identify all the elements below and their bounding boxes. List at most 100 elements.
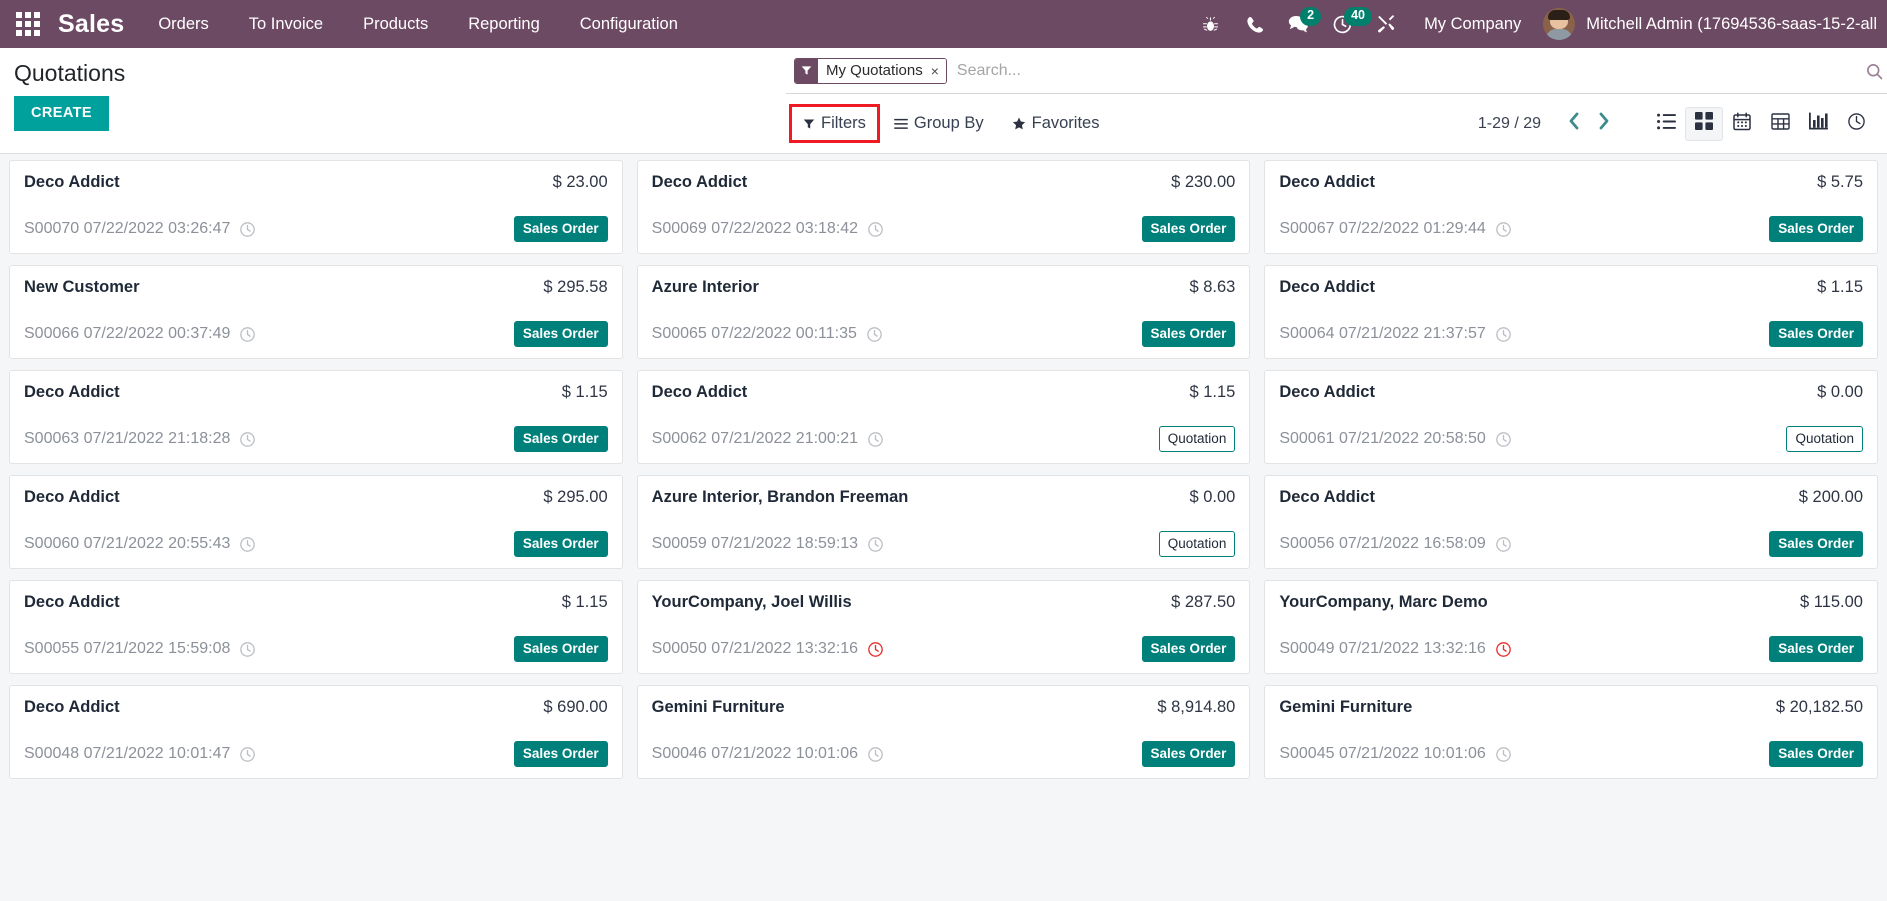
- kanban-card-footer: S00061 07/21/2022 20:58:50 Quotation: [1279, 426, 1863, 452]
- activity-clock-icon[interactable]: [239, 326, 256, 343]
- activity-clock-icon[interactable]: [239, 536, 256, 553]
- user-menu[interactable]: Mitchell Admin (17694536-saas-15-2-all: [1537, 8, 1887, 40]
- create-button[interactable]: CREATE: [14, 96, 109, 131]
- favorites-dropdown[interactable]: Favorites: [1001, 107, 1111, 140]
- apps-menu-button[interactable]: [6, 0, 50, 48]
- activity-clock-icon[interactable]: [1495, 536, 1512, 553]
- kanban-card[interactable]: Deco Addict $ 0.00 S00061 07/21/2022 20:58…: [1264, 370, 1878, 464]
- activity-clock-icon[interactable]: [1495, 431, 1512, 448]
- kanban-card-amount: $ 0.00: [1189, 488, 1236, 506]
- activity-clock-icon[interactable]: [239, 641, 256, 658]
- kanban-card-amount: $ 295.58: [543, 278, 608, 296]
- kanban-card[interactable]: Deco Addict $ 690.00 S00048 07/21/2022 10:…: [9, 685, 623, 779]
- activity-clock-icon[interactable]: [867, 221, 884, 238]
- pager-count[interactable]: 1-29 / 29: [1478, 115, 1541, 133]
- chevron-left-icon: [1567, 112, 1581, 135]
- kanban-card-reference-group: S00069 07/22/2022 03:18:42: [652, 220, 884, 238]
- voip-phone-button[interactable]: [1232, 0, 1276, 48]
- kanban-card-reference: S00066 07/22/2022 00:37:49: [24, 325, 231, 342]
- status-badge: Sales Order: [1141, 636, 1236, 662]
- app-brand-sales[interactable]: Sales: [50, 10, 138, 39]
- bug-report-button[interactable]: [1188, 0, 1232, 48]
- kanban-card-reference: S00059 07/21/2022 18:59:13: [651, 535, 859, 552]
- kanban-card-header: Deco Addict $ 1.15: [24, 593, 608, 612]
- kanban-card[interactable]: YourCompany, Marc Demo $ 115.00 S00049 07/…: [1264, 580, 1878, 674]
- group-by-dropdown[interactable]: Group By: [883, 107, 995, 140]
- kanban-card-reference: S00055 07/21/2022 15:59:08: [24, 640, 231, 657]
- kanban-card-reference: S00070 07/22/2022 03:26:47: [24, 220, 231, 237]
- kanban-card[interactable]: Deco Addict $ 230.00 S00069 07/22/2022 03:…: [636, 160, 1251, 254]
- menu-products[interactable]: Products: [343, 0, 448, 48]
- apps-grid-icon: [16, 12, 40, 36]
- kanban-card-header: Deco Addict $ 230.00: [652, 173, 1236, 192]
- activity-clock-icon[interactable]: [867, 536, 884, 553]
- kanban-card-partner: Azure Interior: [651, 278, 759, 296]
- view-switcher-pivot[interactable]: [1761, 107, 1799, 141]
- search-input[interactable]: [946, 61, 1865, 80]
- menu-reporting[interactable]: Reporting: [448, 0, 560, 48]
- search-icon[interactable]: [1865, 62, 1885, 80]
- kanban-card-partner: Azure Interior, Brandon Freeman: [651, 488, 909, 506]
- search-bar[interactable]: My Quotations ×: [786, 48, 1887, 94]
- view-switcher-list[interactable]: [1647, 107, 1685, 141]
- kanban-card[interactable]: Deco Addict $ 5.75 S00067 07/22/2022 01:29…: [1264, 160, 1878, 254]
- kanban-card[interactable]: Deco Addict $ 200.00 S00056 07/21/2022 16:…: [1264, 475, 1878, 569]
- menu-configuration[interactable]: Configuration: [560, 0, 698, 48]
- activity-menu-button[interactable]: 40: [1320, 0, 1372, 48]
- kanban-card-reference-group: S00049 07/21/2022 13:32:16: [1279, 640, 1511, 658]
- kanban-card[interactable]: YourCompany, Joel Willis $ 287.50 S00050 0…: [636, 580, 1251, 674]
- kanban-card[interactable]: Deco Addict $ 1.15 S00064 07/21/2022 21:37…: [1264, 265, 1878, 359]
- view-switcher-activity[interactable]: [1837, 107, 1875, 141]
- activity-clock-icon[interactable]: [866, 326, 883, 343]
- activity-clock-icon[interactable]: [867, 746, 884, 763]
- kanban-card[interactable]: Deco Addict $ 1.15 S00063 07/21/2022 21:18…: [9, 370, 623, 464]
- activity-overdue-clock-icon[interactable]: [867, 641, 884, 658]
- messaging-menu-button[interactable]: 2: [1276, 0, 1322, 48]
- kanban-card-amount: $ 23.00: [552, 173, 608, 191]
- kanban-card[interactable]: Azure Interior $ 8.63 S00065 07/22/2022 00…: [636, 265, 1251, 359]
- status-badge: Sales Order: [513, 636, 608, 662]
- company-switcher[interactable]: My Company: [1408, 0, 1537, 48]
- pager-next-button[interactable]: [1589, 109, 1619, 139]
- kanban-card-partner: Deco Addict: [24, 173, 120, 191]
- kanban-card[interactable]: Deco Addict $ 1.15 S00055 07/21/2022 15:59…: [9, 580, 623, 674]
- kanban-card-footer: S00066 07/22/2022 00:37:49 Sales Order: [24, 321, 608, 347]
- kanban-card[interactable]: New Customer $ 295.58 S00066 07/22/2022 00…: [9, 265, 623, 359]
- kanban-card-footer: S00048 07/21/2022 10:01:47 Sales Order: [24, 741, 608, 767]
- kanban-card-footer: S00049 07/21/2022 13:32:16 Sales Order: [1279, 636, 1863, 662]
- close-icon[interactable]: ×: [928, 58, 946, 83]
- filters-dropdown[interactable]: Filters: [789, 104, 880, 143]
- view-switcher-calendar[interactable]: [1723, 107, 1761, 141]
- activity-clock-icon[interactable]: [239, 431, 256, 448]
- kanban-card[interactable]: Deco Addict $ 295.00 S00060 07/21/2022 20:…: [9, 475, 623, 569]
- kanban-card-amount: $ 1.15: [561, 383, 608, 401]
- kanban-card[interactable]: Gemini Furniture $ 20,182.50 S00045 07/21/…: [1264, 685, 1878, 779]
- developer-tools-button[interactable]: [1364, 0, 1408, 48]
- kanban-card-reference: S00060 07/21/2022 20:55:43: [24, 535, 231, 552]
- kanban-card[interactable]: Gemini Furniture $ 8,914.80 S00046 07/21/2…: [636, 685, 1251, 779]
- kanban-card-reference-group: S00062 07/21/2022 21:00:21: [652, 430, 884, 448]
- activity-clock-icon[interactable]: [1495, 326, 1512, 343]
- kanban-card-partner: New Customer: [24, 278, 140, 296]
- activity-overdue-clock-icon[interactable]: [1495, 641, 1512, 658]
- activity-clock-icon[interactable]: [1495, 746, 1512, 763]
- menu-to-invoice[interactable]: To Invoice: [229, 0, 343, 48]
- view-switcher-kanban[interactable]: [1685, 106, 1723, 141]
- graph-view-icon: [1808, 112, 1828, 135]
- view-switcher-graph[interactable]: [1799, 107, 1837, 141]
- search-facet-my-quotations[interactable]: My Quotations ×: [794, 57, 947, 84]
- kanban-card-partner: Deco Addict: [1279, 278, 1375, 296]
- activity-clock-icon[interactable]: [239, 221, 256, 238]
- kanban-card[interactable]: Deco Addict $ 23.00 S00070 07/22/2022 03:2…: [9, 160, 623, 254]
- view-switcher: [1647, 106, 1875, 141]
- kanban-card[interactable]: Azure Interior, Brandon Freeman $ 0.00 S00…: [636, 475, 1251, 569]
- kanban-card[interactable]: Deco Addict $ 1.15 S00062 07/21/2022 21:00…: [636, 370, 1251, 464]
- kanban-card-footer: S00045 07/21/2022 10:01:06 Sales Order: [1279, 741, 1863, 767]
- activity-clock-icon[interactable]: [1495, 221, 1512, 238]
- activity-clock-icon[interactable]: [239, 746, 256, 763]
- pager-previous-button[interactable]: [1559, 109, 1589, 139]
- kanban-card-footer: S00064 07/21/2022 21:37:57 Sales Order: [1279, 321, 1863, 347]
- menu-orders[interactable]: Orders: [138, 0, 228, 48]
- kanban-card-reference-group: S00050 07/21/2022 13:32:16: [652, 640, 884, 658]
- activity-clock-icon[interactable]: [867, 431, 884, 448]
